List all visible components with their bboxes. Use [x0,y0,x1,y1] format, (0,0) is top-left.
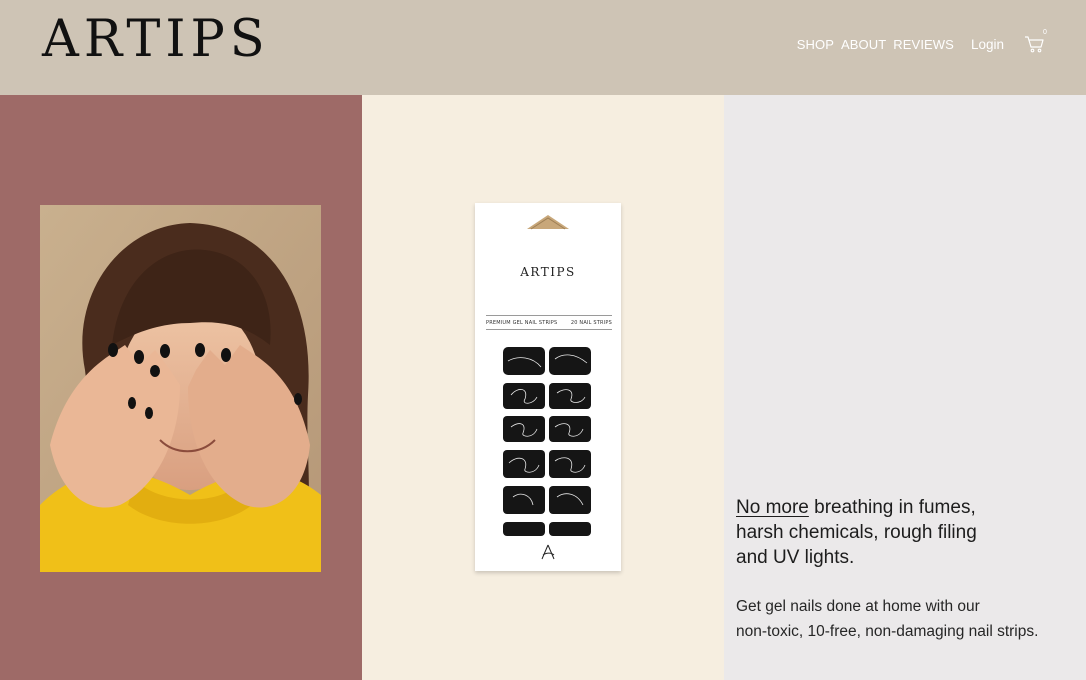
cart-count-badge: 0 [1043,29,1047,36]
brand-mark-icon [541,544,555,560]
headline-line2: harsh chemicals, rough filing [736,522,977,543]
hang-tab-icon [527,215,569,230]
nav-about[interactable]: ABOUT [841,37,886,52]
hero-headline: No more breathing in fumes, harsh chemic… [736,495,1066,570]
nail-strips-sheet [503,347,591,536]
package-divider [486,329,612,330]
nav-shop[interactable]: SHOP [797,37,834,52]
site-header: ARTIPS SHOP ABOUT REVIEWS Login 0 [0,0,1086,95]
nav-reviews[interactable]: REVIEWS [893,37,954,52]
lifestyle-panel [0,95,362,680]
package-label-right: 20 NAIL STRIPS [570,320,612,326]
subcopy-line2: non-toxic, 10-free, non-damaging nail st… [736,622,1039,640]
main-nav: SHOP ABOUT REVIEWS Login 0 [797,29,1047,53]
package-logo: ARTIPS [520,265,576,279]
brand-logo[interactable]: ARTIPS [42,14,270,65]
subcopy-line1: Get gel nails done at home with our [736,598,980,615]
package-divider [486,315,612,316]
hero-copy-panel: No more breathing in fumes, harsh chemic… [724,95,1086,680]
model-photo [40,205,321,572]
hero-subcopy: Get gel nails done at home with our non-… [736,595,1076,644]
cart-icon [1025,36,1044,53]
headline-line1-rest: breathing in fumes, [808,497,976,518]
headline-line3: and UV lights. [736,547,855,568]
headline-emphasis: No more [736,497,809,518]
login-link[interactable]: Login [971,37,1004,52]
product-panel: ARTIPS PREMIUM GEL NAIL STRIPS 20 NAIL S… [362,95,724,680]
package-label-left: PREMIUM GEL NAIL STRIPS [486,320,558,326]
nail-strips-package: ARTIPS PREMIUM GEL NAIL STRIPS 20 NAIL S… [475,203,621,571]
cart-button[interactable]: 0 [1024,29,1047,53]
